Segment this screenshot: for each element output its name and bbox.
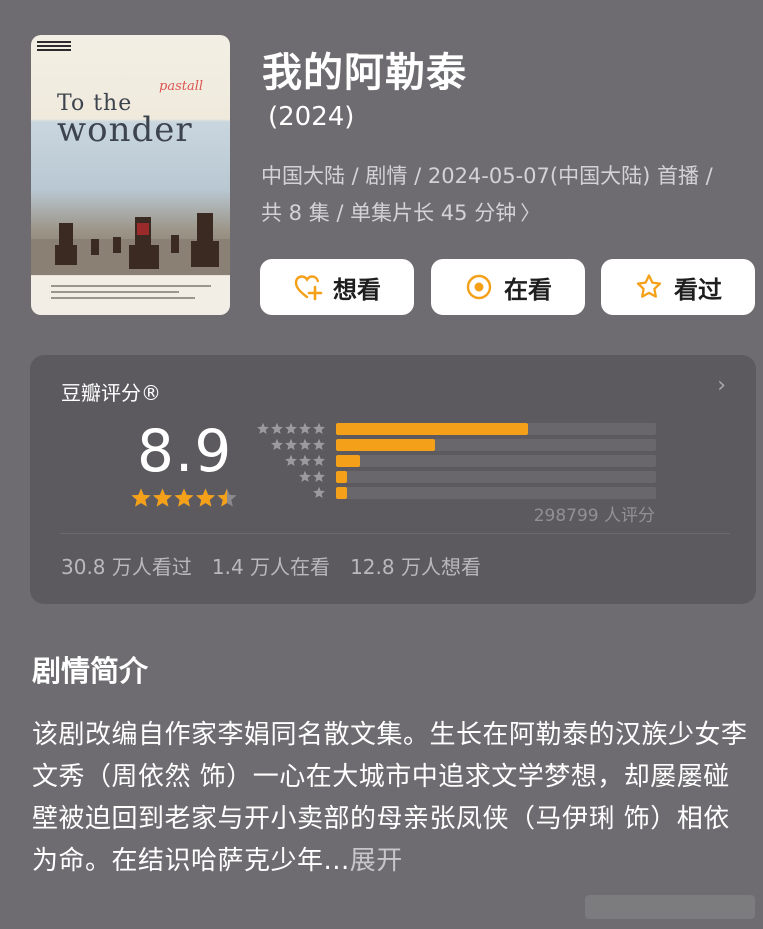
distribution-bar [336,439,436,451]
meta-line-2: 共 8 集 / 单集片长 45 分钟 [261,201,517,225]
distribution-star-icon [285,422,297,435]
distribution-star-icon [313,470,325,483]
watch-stats: 30.8 万人看过 1.4 万人在看 12.8 万人想看 [61,551,481,580]
distribution-bar [336,455,360,467]
distribution-track [336,487,656,499]
rating-star [131,488,151,507]
show-meta[interactable]: 中国大陆 / 剧情 / 2024-05-07(中国大陆) 首播 / 共 8 集 … [261,158,751,232]
distribution-star-icon [299,422,311,435]
watched-button[interactable]: 看过 [601,259,755,315]
meta-line-1: 中国大陆 / 剧情 / 2024-05-07(中国大陆) 首播 / [261,164,713,188]
synopsis-title: 剧情简介 [32,654,149,688]
show-title: 我的阿勒泰 [262,50,467,96]
rating-card[interactable]: 豆瓣评分® › 8.9 298799 人评分 30.8 万人看过 1.4 万人在… [30,355,756,604]
festival-badge [37,41,71,57]
distribution-star-label [271,438,325,451]
riders-illustration [31,213,230,275]
heart-plus-icon [294,275,323,301]
distribution-star-icon [285,438,297,451]
distribution-star-icon [313,422,325,435]
distribution-bar [336,471,348,483]
rating-score: 8.9 [137,417,233,485]
distribution-star-icon [271,422,283,435]
expand-link[interactable]: 展开 [350,846,403,876]
poster-title-en-main: wonder [57,110,193,150]
poster-script-title: pastall [159,79,204,94]
distribution-star-icon [271,438,283,451]
watched-label: 看过 [674,275,722,304]
distribution-track [336,423,656,435]
distribution-star-icon [285,454,297,467]
chevron-right-icon: 〉 [520,201,541,225]
distribution-row [256,486,656,499]
star-outline-icon [636,274,662,298]
watching-count: 1.4 万人在看 [211,555,331,579]
chevron-right-icon[interactable]: › [717,373,726,398]
watermark [585,895,755,919]
distribution-row [256,470,656,483]
target-circle-icon [466,274,492,300]
want-label: 想看 [333,275,381,304]
watching-label: 在看 [504,275,552,304]
rating-distribution [256,422,656,503]
distribution-track [336,439,656,451]
distribution-track [336,455,656,467]
distribution-row [256,438,656,451]
rating-star [195,488,216,507]
vote-count: 298799 人评分 [533,506,655,526]
rating-star [152,488,173,507]
watching-button[interactable]: 在看 [431,259,585,315]
watched-count: 30.8 万人看过 [61,555,192,579]
distribution-star-icon [313,486,325,499]
rating-star [174,488,194,507]
distribution-star-icon [313,454,325,467]
rating-stars [131,488,237,507]
poster-image[interactable]: pastall To the wonder [31,35,230,315]
want-to-watch-button[interactable]: 想看 [260,259,414,315]
distribution-star-icon [313,438,325,451]
want-count: 12.8 万人想看 [350,555,481,579]
distribution-star-label [313,486,325,499]
distribution-star-label [299,470,325,483]
distribution-star-icon [299,454,311,467]
distribution-star-label [285,454,325,467]
distribution-star-label [257,422,325,435]
distribution-star-icon [257,422,269,435]
distribution-row [256,422,656,435]
distribution-bar [336,487,348,499]
distribution-bar [336,423,528,435]
distribution-track [336,471,656,483]
divider [60,533,730,534]
synopsis-body: 该剧改编自作家李娟同名散文集。生长在阿勒泰的汉族少女李文秀（周依然 饰）一心在大… [32,714,754,882]
distribution-star-icon [299,470,311,483]
show-year: (2024) [268,102,355,132]
distribution-row [256,454,656,467]
poster-credits [51,285,211,303]
rating-label: 豆瓣评分® [61,381,161,405]
distribution-star-icon [299,438,311,451]
